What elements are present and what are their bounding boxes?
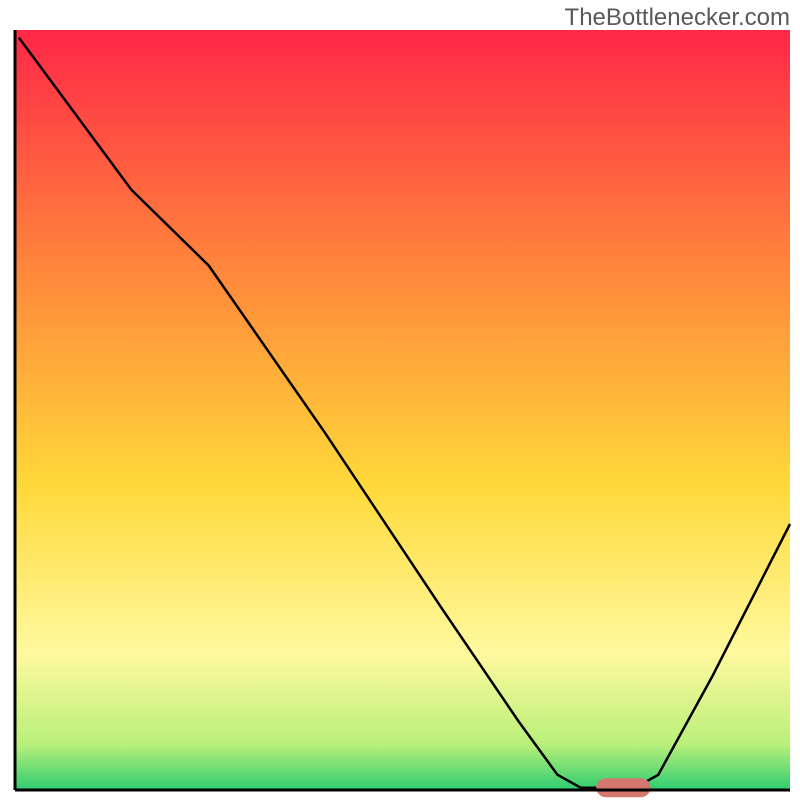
watermark-text: TheBottlenecker.com	[565, 4, 790, 32]
chart-svg	[0, 0, 800, 800]
range-marker	[596, 778, 650, 797]
plot-background	[15, 30, 790, 790]
bottleneck-chart	[0, 0, 800, 800]
